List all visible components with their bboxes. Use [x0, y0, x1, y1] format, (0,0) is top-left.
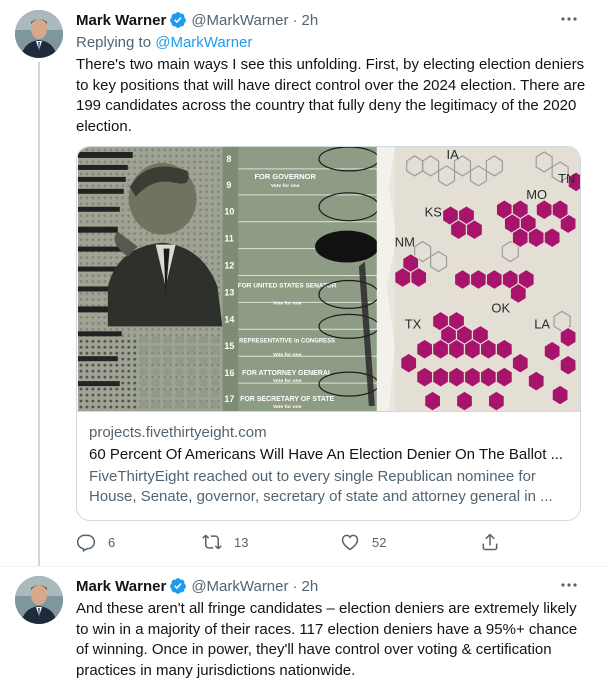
ballot-office-title: REPRESENTATIVE in CONGRESS	[239, 338, 335, 344]
share-icon	[482, 533, 498, 551]
link-card[interactable]: 8 9 10 11 12 13 14 15 16 17 FOR GOVERNOR	[76, 146, 581, 521]
ballot-number: 17	[224, 394, 234, 404]
separator-dot: ·	[292, 577, 298, 595]
ballot-number: 10	[224, 207, 234, 217]
state-label: IA	[447, 147, 460, 162]
reply-count: 6	[108, 534, 116, 550]
reply-icon	[76, 534, 96, 552]
tweet[interactable]: Mark Warner @MarkWarner · 2h Replying to…	[0, 0, 607, 566]
replying-to-handle-link[interactable]: @MarkWarner	[155, 34, 252, 51]
ballot-number: 11	[224, 234, 233, 244]
ballot-office-title: FOR ATTORNEY GENERAL	[242, 370, 333, 377]
verified-badge-icon	[170, 12, 187, 28]
tweet[interactable]: Mark Warner @MarkWarner · 2h And these a…	[0, 566, 607, 682]
tweet-actions: 6 13 52	[76, 532, 516, 556]
ballot-number: 16	[224, 368, 234, 378]
state-label: TX	[405, 316, 422, 331]
like-count: 52	[372, 534, 387, 550]
author-name[interactable]: Mark Warner	[76, 578, 166, 595]
retweet-button[interactable]: 13	[202, 532, 248, 552]
tweet-timestamp[interactable]: 2h	[302, 12, 319, 29]
card-domain: projects.fivethirtyeight.com	[89, 424, 267, 441]
card-description: FiveThirtyEight reached out to every sin…	[89, 468, 553, 505]
state-label: KS	[425, 205, 443, 220]
ballot-office-sub: Vote for one	[273, 378, 302, 384]
card-title: 60 Percent Of Americans Will Have An Ele…	[89, 446, 564, 463]
author-avatar[interactable]	[15, 10, 63, 58]
state-label: LA	[534, 316, 550, 331]
share-button[interactable]	[480, 532, 500, 552]
ballot-number: 14	[224, 314, 234, 324]
ballot-number: 9	[226, 180, 231, 190]
ballot-number: 12	[224, 261, 234, 271]
ballot-number: 8	[226, 154, 231, 164]
ballot-office-title: FOR SECRETARY OF STATE	[240, 396, 334, 403]
state-label: TN	[558, 171, 575, 186]
tweet-header: Mark Warner @MarkWarner · 2h	[76, 576, 318, 596]
separator-dot: ·	[292, 11, 298, 29]
more-options-icon[interactable]	[559, 578, 579, 592]
replying-to: Replying to @MarkWarner	[76, 34, 252, 51]
retweet-count: 13	[234, 534, 249, 550]
card-image: 8 9 10 11 12 13 14 15 16 17 FOR GOVERNOR	[77, 147, 580, 412]
author-handle[interactable]: @MarkWarner	[191, 12, 288, 29]
thread-line	[38, 62, 40, 566]
more-options-icon[interactable]	[559, 12, 579, 26]
retweet-icon	[202, 534, 222, 550]
like-button[interactable]: 52	[340, 532, 386, 552]
author-avatar[interactable]	[15, 576, 63, 624]
avatar-photo-icon	[15, 576, 63, 624]
avatar-photo-icon	[15, 10, 63, 58]
tweet-timestamp[interactable]: 2h	[302, 578, 319, 595]
state-label: OK	[491, 300, 510, 315]
ballot-office-sub: Vote for one	[271, 183, 300, 189]
ballot-office-sub: Vote for one	[273, 404, 302, 410]
card-text: projects.fivethirtyeight.com 60 Percent …	[89, 423, 569, 507]
heart-icon	[341, 534, 359, 551]
tweet-text: And these aren't all fringe candidates –…	[76, 600, 578, 679]
ballot-office-sub: Vote for one	[273, 300, 302, 306]
author-handle[interactable]: @MarkWarner	[191, 578, 288, 595]
tweet-header: Mark Warner @MarkWarner · 2h	[76, 10, 318, 30]
author-name[interactable]: Mark Warner	[76, 12, 166, 29]
replying-to-prefix: Replying to	[76, 34, 156, 51]
ballot-office-title: FOR GOVERNOR	[254, 172, 316, 181]
ballot-office-sub: Vote for one	[273, 352, 302, 358]
ballot-number: 13	[224, 287, 234, 297]
verified-badge-icon	[170, 578, 187, 594]
tweet-text: There's two main ways I see this unfoldi…	[76, 56, 586, 135]
ballot-number: 15	[224, 341, 234, 351]
reply-button[interactable]: 6	[76, 532, 115, 552]
state-label: MO	[526, 187, 547, 202]
state-label: NM	[395, 235, 415, 250]
